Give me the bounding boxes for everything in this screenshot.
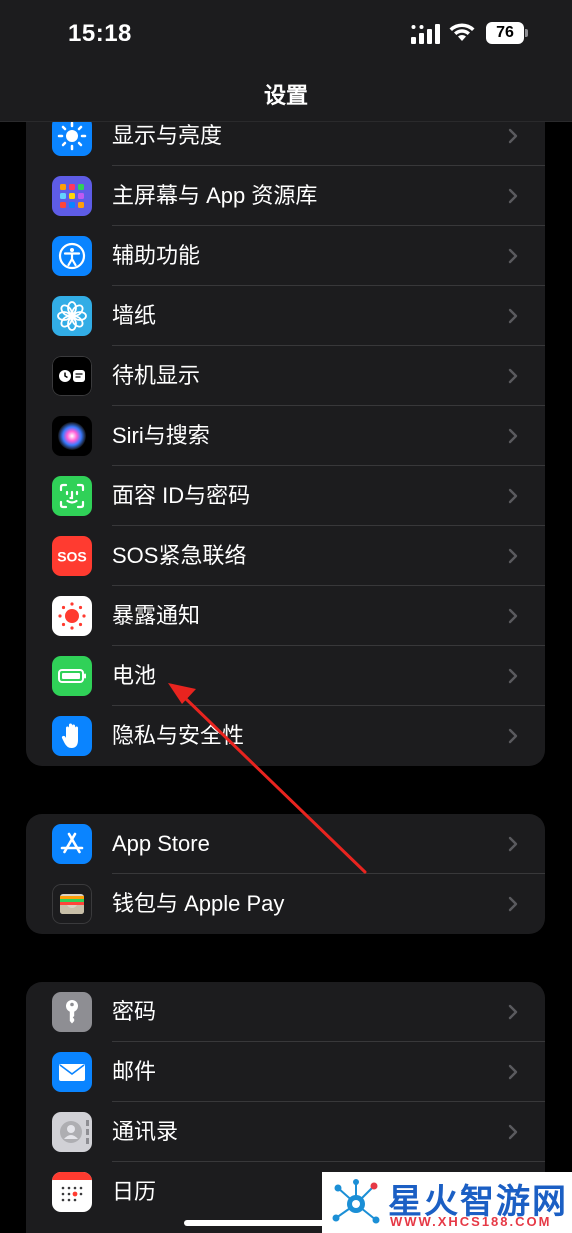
row-label: 密码 <box>112 999 157 1024</box>
settings-row-exposure[interactable]: 暴露通知 <box>26 586 545 646</box>
page-title: 设置 <box>263 83 308 108</box>
row-label: 钱包与 Apple Pay <box>112 891 285 916</box>
svg-text:SOS: SOS <box>57 549 87 565</box>
mail-icon <box>52 1052 92 1092</box>
settings-row-passwords[interactable]: 密码 <box>26 982 545 1042</box>
row-label: 主屏幕与 App 资源库 <box>112 183 318 208</box>
settings-row-face-id[interactable]: 面容 ID与密码 <box>26 466 545 526</box>
settings-row-wallpaper[interactable]: 墙纸 <box>26 286 545 346</box>
accessibility-icon <box>52 236 92 276</box>
face-id-icon <box>52 476 92 516</box>
chevron-right-icon <box>508 608 518 624</box>
row-label: App Store <box>112 831 210 856</box>
chevron-right-icon <box>508 308 518 324</box>
settings-row-accessibility[interactable]: 辅助功能 <box>26 226 545 286</box>
settings-row-sos[interactable]: SOS SOS紧急联络 <box>26 526 545 586</box>
chevron-right-icon <box>508 368 518 384</box>
chevron-right-icon <box>508 836 518 852</box>
settings-row-privacy[interactable]: 隐私与安全性 <box>26 706 545 766</box>
row-label: 暴露通知 <box>112 603 201 628</box>
wallet-icon <box>52 884 92 924</box>
settings-row-app-store[interactable]: App Store <box>26 814 545 874</box>
watermark: 星火智游网 WWW.XHCS188.COM <box>322 1172 572 1233</box>
chevron-right-icon <box>508 488 518 504</box>
chevron-right-icon <box>508 128 518 144</box>
siri-icon <box>52 416 92 456</box>
home-screen-icon <box>52 176 92 216</box>
status-time: 15:18 <box>68 20 132 47</box>
wifi-icon <box>449 23 475 41</box>
row-label: 待机显示 <box>112 363 201 388</box>
chevron-right-icon <box>508 548 518 564</box>
row-label: 邮件 <box>112 1059 157 1084</box>
settings-group-2: App Store 钱包与 Apple Pay <box>26 814 545 934</box>
chevron-right-icon <box>508 668 518 684</box>
chevron-right-icon <box>508 1004 518 1020</box>
status-bar: 15:18 76 <box>0 0 572 70</box>
exposure-notification-icon <box>52 596 92 636</box>
settings-group-1: 显示与亮度 主屏幕与 App 资源库 辅助功能 墙纸 待机显示 Siri与搜索 … <box>26 106 545 766</box>
navigation-bar: 设置 <box>0 70 572 122</box>
row-label: 隐私与安全性 <box>112 723 245 748</box>
key-icon <box>52 992 92 1032</box>
settings-row-battery[interactable]: 电池 <box>26 646 545 706</box>
watermark-logo-icon <box>332 1179 380 1224</box>
battery-percent: 76 <box>486 22 524 44</box>
row-label: 电池 <box>112 663 157 688</box>
cellular-signal-icon <box>411 24 440 44</box>
calendar-icon <box>52 1172 92 1212</box>
settings-row-standby[interactable]: 待机显示 <box>26 346 545 406</box>
settings-row-contacts[interactable]: 通讯录 <box>26 1102 545 1162</box>
settings-row-siri[interactable]: Siri与搜索 <box>26 406 545 466</box>
chevron-right-icon <box>508 896 518 912</box>
settings-row-home-screen[interactable]: 主屏幕与 App 资源库 <box>26 166 545 226</box>
wallpaper-flower-icon <box>52 296 92 336</box>
row-label: Siri与搜索 <box>112 423 210 448</box>
chevron-right-icon <box>508 188 518 204</box>
settings-row-mail[interactable]: 邮件 <box>26 1042 545 1102</box>
app-store-icon <box>52 824 92 864</box>
chevron-right-icon <box>508 428 518 444</box>
chevron-right-icon <box>508 248 518 264</box>
privacy-hand-icon <box>52 716 92 756</box>
watermark-url: WWW.XHCS188.COM <box>390 1214 552 1229</box>
battery-icon <box>52 656 92 696</box>
sun-icon <box>52 116 92 156</box>
row-label: 日历 <box>112 1179 157 1204</box>
chevron-right-icon <box>508 1124 518 1140</box>
battery-status-icon: 76 <box>486 22 528 44</box>
standby-icon <box>52 356 92 396</box>
row-label: 辅助功能 <box>112 243 201 268</box>
row-label: SOS紧急联络 <box>112 543 247 568</box>
row-label: 通讯录 <box>112 1119 179 1144</box>
row-label: 面容 ID与密码 <box>112 483 251 508</box>
chevron-right-icon <box>508 728 518 744</box>
chevron-right-icon <box>508 1064 518 1080</box>
row-label: 墙纸 <box>112 303 157 328</box>
settings-row-wallet[interactable]: 钱包与 Apple Pay <box>26 874 545 934</box>
contacts-icon <box>52 1112 92 1152</box>
sos-icon: SOS <box>52 536 92 576</box>
